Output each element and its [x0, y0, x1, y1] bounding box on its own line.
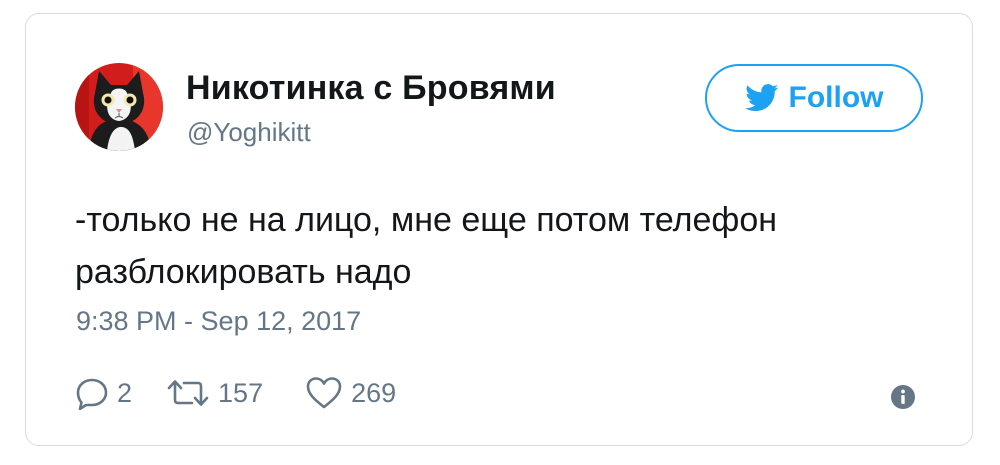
- reply-icon: [76, 378, 108, 410]
- tweet-card: Никотинка с Бровями @Yoghikitt Follow -т…: [25, 13, 973, 446]
- cat-avatar-image: [75, 63, 163, 151]
- retweet-count: 157: [218, 377, 264, 408]
- tweet-text-line: -только не на лицо, мне еще потом телефо…: [75, 201, 778, 239]
- author-display-name[interactable]: Никотинка с Бровями: [186, 69, 556, 108]
- follow-button-label: Follow: [788, 81, 884, 114]
- reply-button[interactable]: 2: [75, 376, 132, 410]
- tweet-actions: 2 157 269: [75, 372, 396, 414]
- twitter-bird-icon: [744, 84, 778, 112]
- info-icon[interactable]: [890, 384, 916, 410]
- reply-count: 2: [117, 377, 133, 408]
- heart-icon: [306, 377, 342, 409]
- like-count: 269: [351, 377, 397, 408]
- like-button[interactable]: 269: [305, 376, 396, 410]
- retweet-button[interactable]: 157: [166, 376, 263, 410]
- tweet-text-line: разблокировать надо: [75, 253, 412, 291]
- avatar[interactable]: [75, 63, 163, 151]
- author-handle[interactable]: @Yoghikitt: [187, 117, 311, 148]
- tweet-text: -только не на лицо, мне еще потом телефо…: [75, 194, 935, 298]
- follow-button[interactable]: Follow: [705, 64, 923, 132]
- retweet-icon: [167, 380, 209, 406]
- tweet-timestamp[interactable]: 9:38 PM - Sep 12, 2017: [76, 306, 361, 337]
